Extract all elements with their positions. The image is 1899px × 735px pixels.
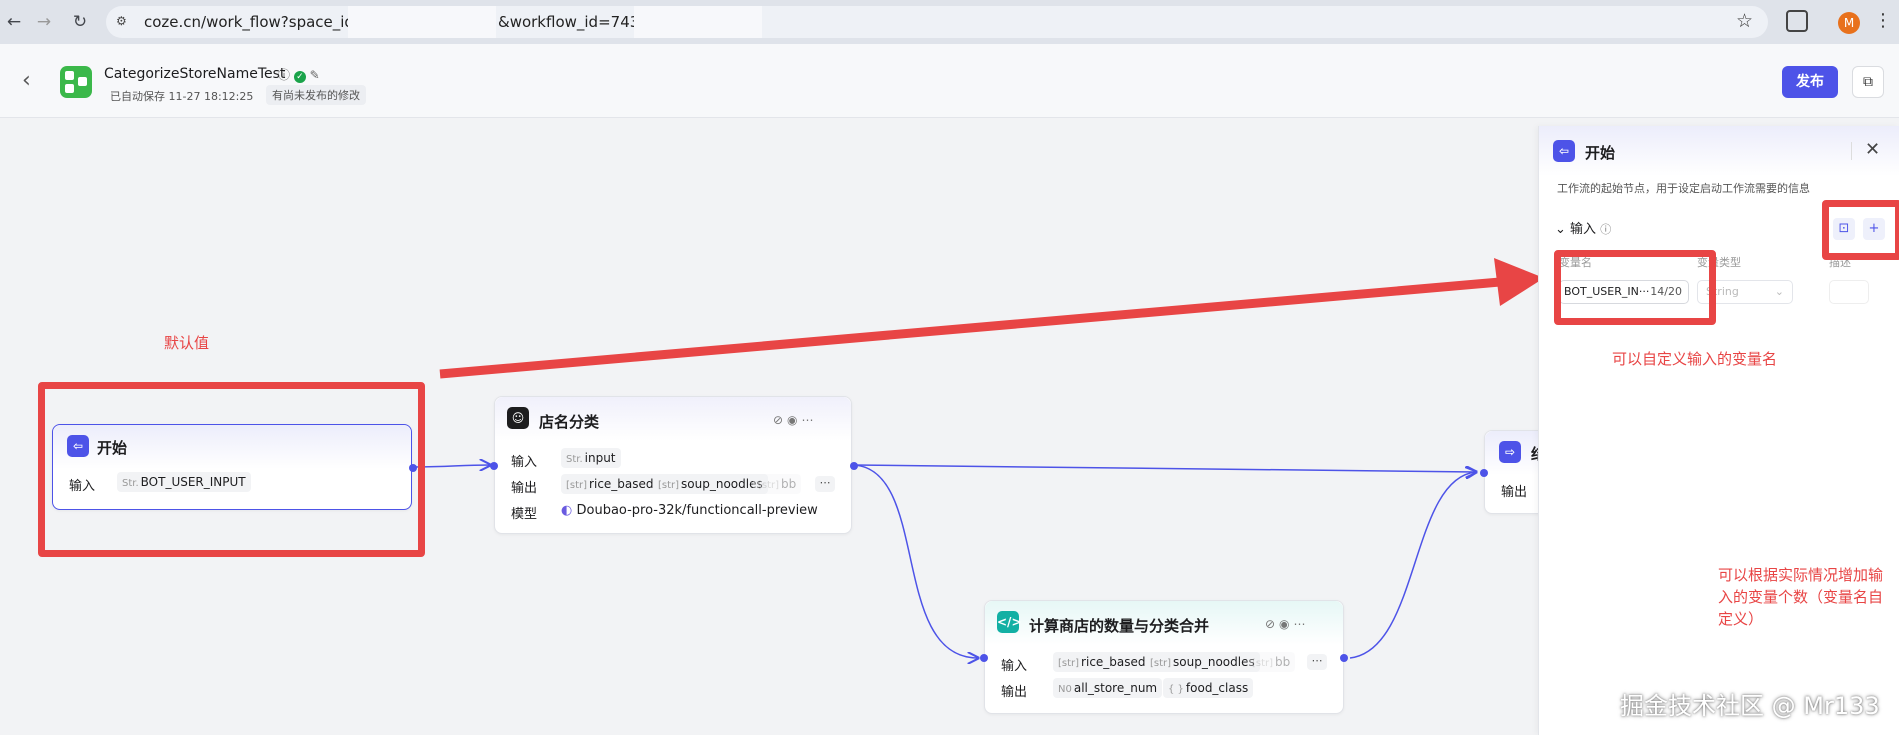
model-name: ◐ Doubao-pro-32k/functioncall-preview xyxy=(561,503,818,518)
end-input-port[interactable] xyxy=(1480,469,1488,477)
info-icon[interactable]: ⓘ xyxy=(278,68,290,82)
output-tag: N0 all_store_num xyxy=(1053,678,1163,698)
forward-arrow-icon[interactable]: → xyxy=(32,10,56,34)
llm-node-icon: ☺ xyxy=(507,407,529,429)
input-section-toggle[interactable]: ⌄ 输入 ⓘ xyxy=(1555,218,1611,237)
check-icon: ✓ xyxy=(293,71,306,83)
kebab-menu-icon[interactable]: ⋮ xyxy=(1874,10,1892,31)
code-node-icon: </> xyxy=(997,611,1022,633)
browser-toolbar: ← → ↻ ⚙ coze.cn/work_flow?space_id=7 &wo… xyxy=(0,0,1899,44)
site-settings-icon[interactable]: ⚙ xyxy=(116,14,127,28)
bookmark-star-icon[interactable]: ☆ xyxy=(1736,10,1753,32)
workflow-title: CategorizeStoreNameTest xyxy=(104,66,286,82)
classify-output-port[interactable] xyxy=(850,462,858,470)
publish-button[interactable]: 发布 xyxy=(1782,66,1838,98)
reload-icon[interactable]: ↻ xyxy=(68,10,92,34)
more-icon[interactable]: ⋯ xyxy=(815,476,835,492)
workflow-header: ‹ CategorizeStoreNameTest ⓘ ✓ ✎ 已自动保存 11… xyxy=(0,44,1899,118)
close-icon[interactable]: ✕ xyxy=(1865,139,1880,160)
input-tag: [str] soup_noodles xyxy=(1145,652,1260,672)
node-actions[interactable]: ⊘◉⋯ xyxy=(773,413,818,427)
workflow-logo-icon xyxy=(60,66,92,98)
url-text-part2: &workflow_id=7437 xyxy=(498,13,649,31)
output-tag: { } food_class xyxy=(1163,678,1254,698)
start-node-icon: ⇦ xyxy=(1553,140,1575,162)
input-tag: [str] bb xyxy=(1247,652,1296,672)
compute-input-label: 输入 xyxy=(1001,659,1028,674)
input-tag: [str] rice_based xyxy=(1053,652,1151,672)
url-redaction xyxy=(348,6,496,38)
output-tag: [str] soup_noodles xyxy=(653,474,768,494)
more-icon[interactable]: ⋯ xyxy=(1307,654,1327,670)
autosave-status: 已自动保存 11-27 18:12:25 xyxy=(110,90,254,103)
classify-output-label: 输出 xyxy=(511,481,538,496)
divider xyxy=(1851,142,1852,160)
compute-output-label: 输出 xyxy=(1001,685,1028,700)
output-tag: [str] bb xyxy=(753,474,802,494)
classify-node-title: 店名分类 xyxy=(539,413,600,431)
title-status-icons: ⓘ ✓ ✎ xyxy=(278,66,320,83)
edit-icon[interactable]: ✎ xyxy=(310,68,320,82)
node-actions[interactable]: ⊘◉⋯ xyxy=(1265,617,1310,631)
back-arrow-icon[interactable]: ← xyxy=(2,10,26,34)
classify-model-label: 模型 xyxy=(511,507,538,522)
panel-description: 工作流的起始节点，用于设定启动工作流需要的信息 xyxy=(1557,182,1810,195)
variable-desc-input[interactable] xyxy=(1829,280,1869,304)
unpublished-badge: 有尚未发布的修改 xyxy=(266,85,366,105)
url-text-part1: coze.cn/work_flow?space_id=7 xyxy=(144,13,377,31)
chevron-left-icon[interactable]: ‹ xyxy=(22,68,31,93)
extensions-icon[interactable] xyxy=(1786,10,1808,32)
annotation-box-add xyxy=(1822,200,1899,260)
annotation-box-start xyxy=(38,382,425,557)
chevron-down-icon: ⌄ xyxy=(1555,222,1566,237)
annotation-box-varname xyxy=(1554,250,1716,325)
panel-title: 开始 xyxy=(1585,144,1616,162)
classify-input-label: 输入 xyxy=(511,455,538,470)
classify-input-tag: Str. input xyxy=(561,448,621,468)
info-icon[interactable]: ⓘ xyxy=(1600,223,1611,236)
copy-icon[interactable]: ⧉ xyxy=(1852,66,1884,98)
watermark: 掘金技术社区 @ Mr133 xyxy=(1620,692,1880,720)
annotation-default-value: 默认值 xyxy=(164,334,210,352)
annotation-custom-name: 可以自定义输入的变量名 xyxy=(1612,350,1778,368)
classify-node[interactable]: ☺ 店名分类 ⊘◉⋯ 输入 Str. input 输出 [str] rice_bas… xyxy=(490,396,858,534)
chevron-down-icon: ⌄ xyxy=(1774,285,1784,298)
avatar[interactable]: M xyxy=(1838,12,1860,34)
url-redaction xyxy=(634,6,762,38)
compute-output-port[interactable] xyxy=(1340,654,1348,662)
compute-node[interactable]: </> 计算商店的数量与分类合并 ⊘◉⋯ 输入 [str] rice_based … xyxy=(980,600,1348,714)
end-node-icon: ⇨ xyxy=(1499,441,1521,463)
compute-input-port[interactable] xyxy=(980,654,988,662)
output-tag: [str] rice_based xyxy=(561,474,659,494)
compute-node-title: 计算商店的数量与分类合并 xyxy=(1029,617,1210,635)
classify-input-port[interactable] xyxy=(490,462,498,470)
end-output-label: 输出 xyxy=(1501,485,1528,500)
doubao-icon: ◐ xyxy=(561,503,573,518)
annotation-add-inputs: 可以根据实际情况增加输入的变量个数（变量名自定义） xyxy=(1718,566,1884,628)
